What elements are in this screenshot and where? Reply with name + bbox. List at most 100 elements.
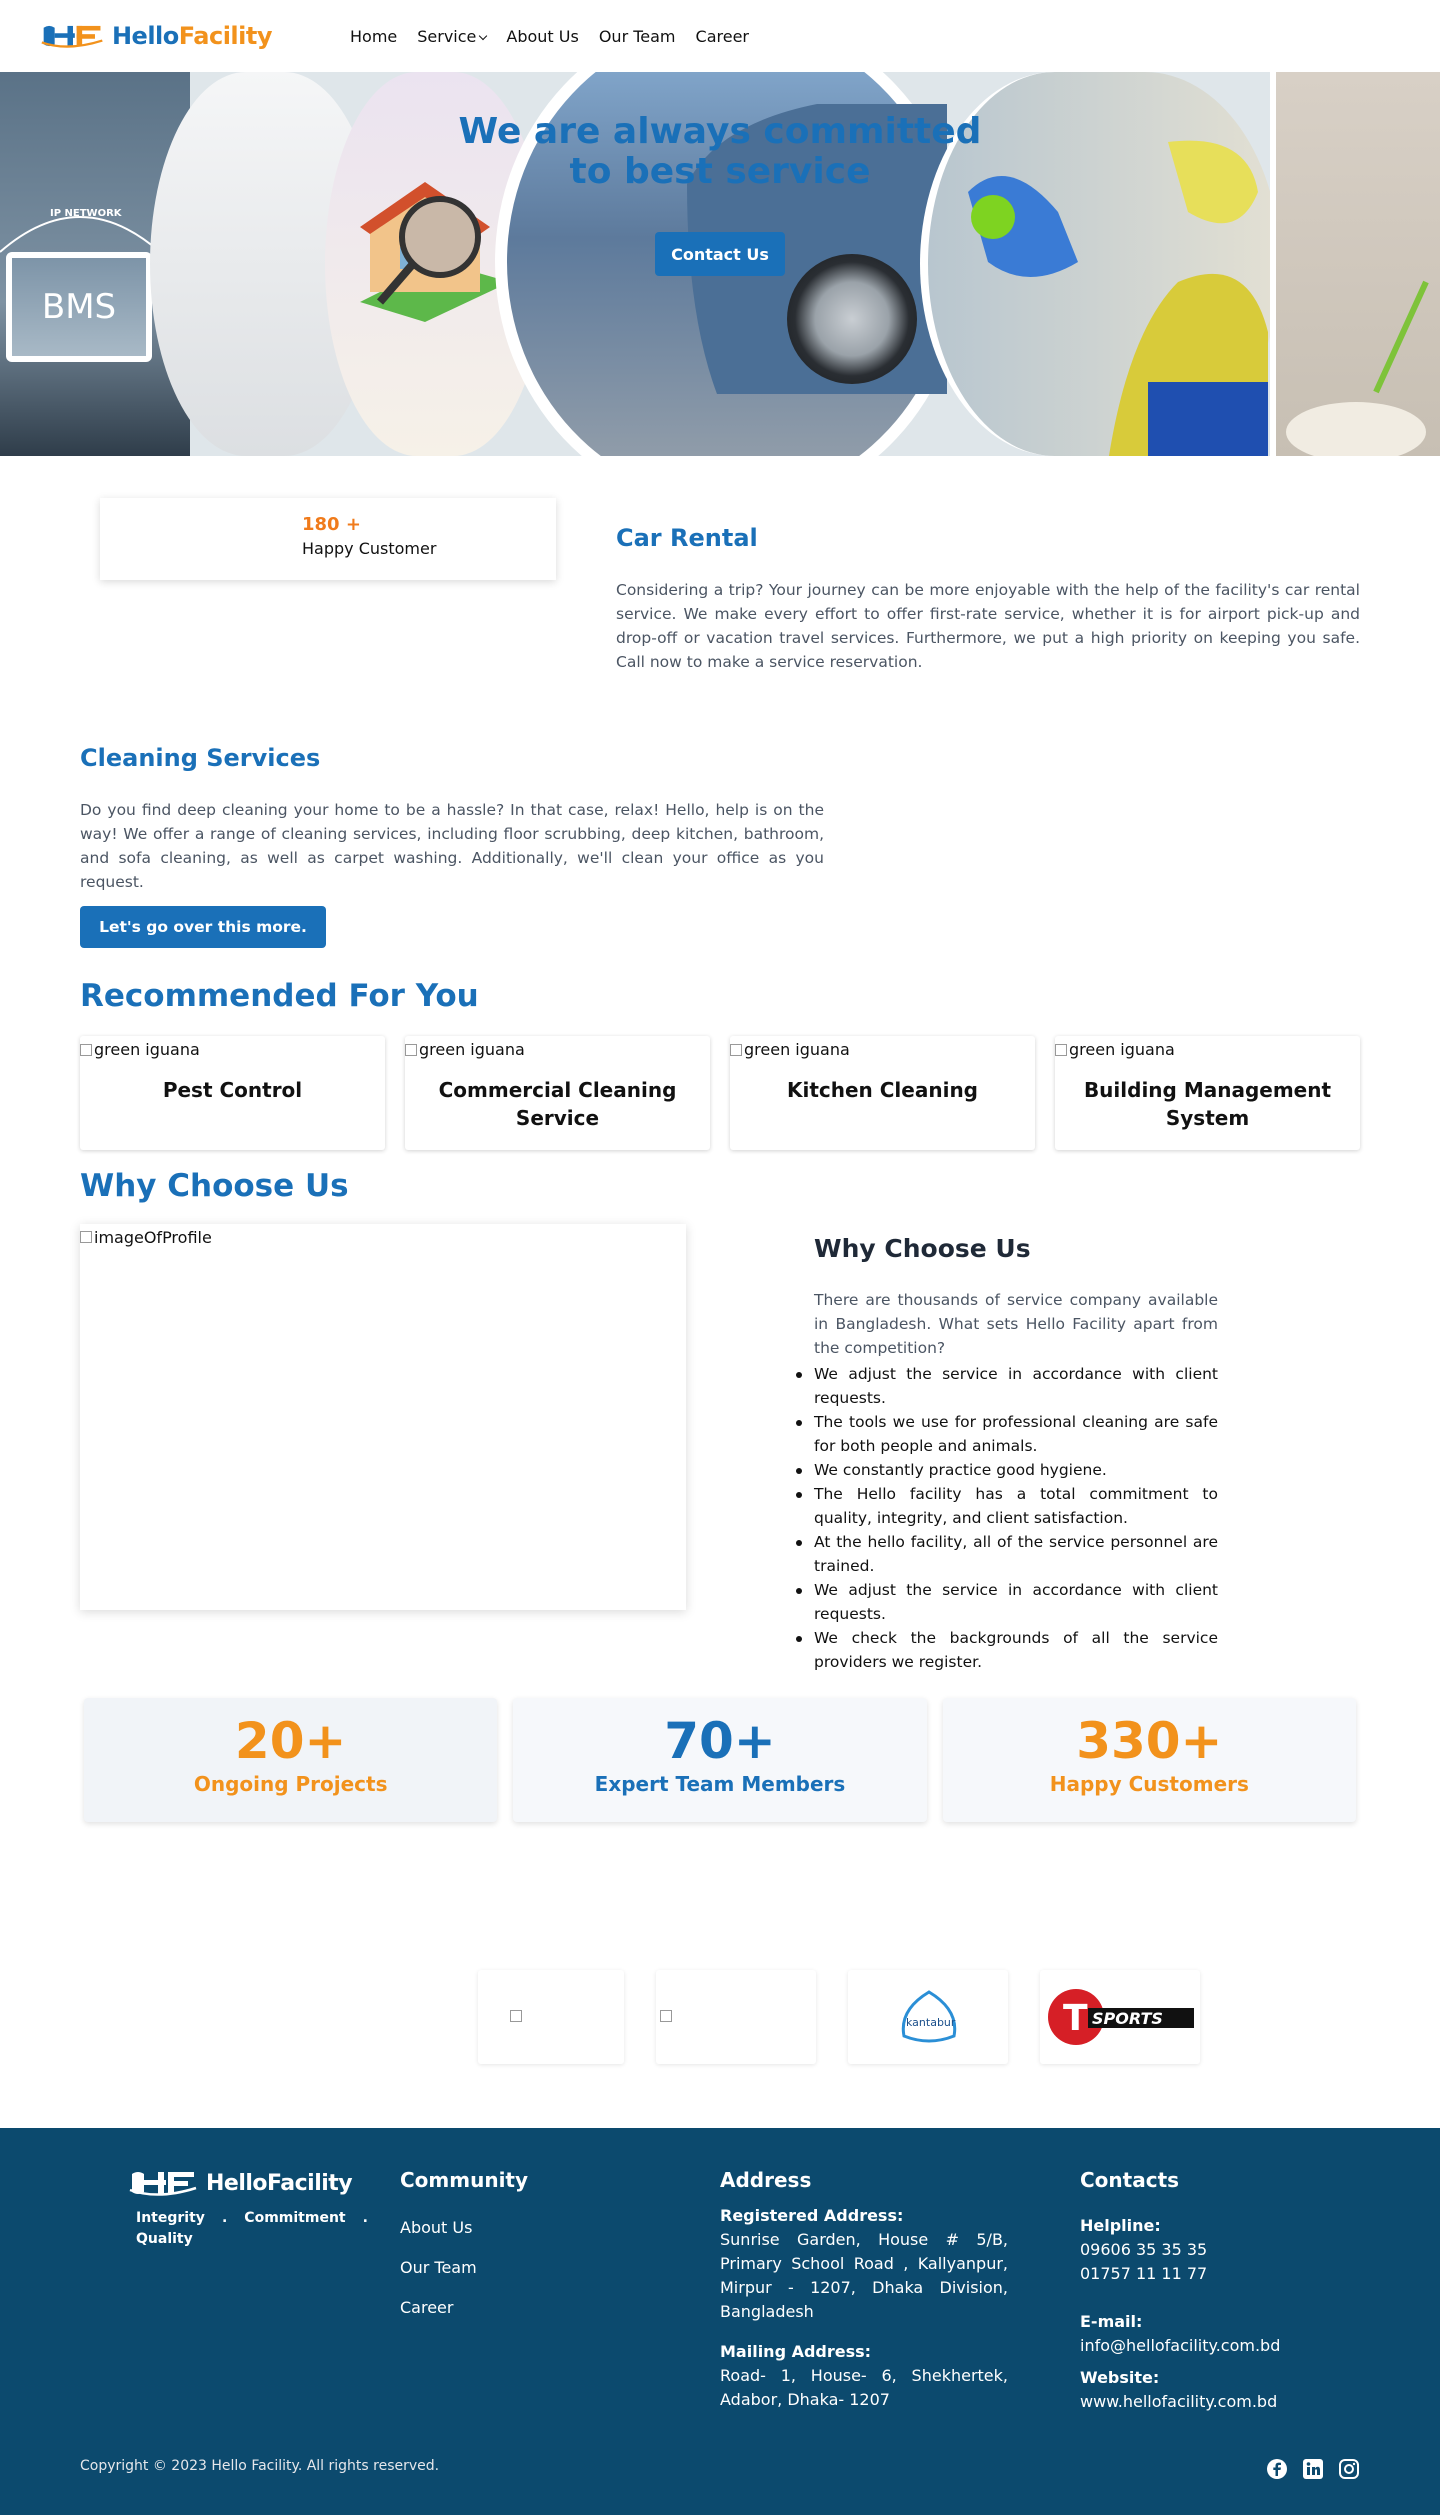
hero-title: We are always committed to best service xyxy=(420,112,1020,192)
nav-career[interactable]: Career xyxy=(696,27,749,46)
footer-link-our-team[interactable]: Our Team xyxy=(400,2248,477,2288)
footer: HelloFacility Integrity . Commitment . Q… xyxy=(0,2128,1440,2515)
nav-home[interactable]: Home xyxy=(350,27,397,46)
stat-ongoing-projects: 20+ Ongoing Projects xyxy=(84,1698,498,1822)
footer-link-career[interactable]: Career xyxy=(400,2288,477,2328)
service-card-pest-control[interactable]: green iguana Pest Control xyxy=(80,1036,385,1150)
nav-service-label: Service xyxy=(417,26,477,46)
service-card-title: Commercial Cleaning Service xyxy=(438,1078,677,1130)
hero-title-line2: to best service xyxy=(569,151,871,192)
footer-logo[interactable]: HelloFacility xyxy=(128,2168,353,2198)
list-item: At the hello facility, all of the servic… xyxy=(796,1530,1218,1578)
stat-expert-team: 70+ Expert Team Members xyxy=(513,1698,927,1822)
broken-image-icon xyxy=(510,2010,522,2022)
chevron-down-icon xyxy=(479,31,488,40)
service-card-title: Pest Control xyxy=(162,1078,303,1102)
learn-more-button[interactable]: Let's go over this more. xyxy=(80,906,326,948)
car-wheel-icon xyxy=(787,254,917,384)
brand-logo-mark-icon xyxy=(41,25,103,48)
footer-community-links: About Us Our Team Career xyxy=(400,2208,477,2328)
email-label: E-mail: xyxy=(1080,2312,1143,2331)
helpline-number-1[interactable]: 09606 35 35 35 xyxy=(1080,2238,1280,2262)
stats-row: 20+ Ongoing Projects 70+ Expert Team Mem… xyxy=(84,1698,1356,1822)
service-card-image: green iguana xyxy=(730,1040,850,1059)
email-link[interactable]: info@hellofacility.com.bd xyxy=(1080,2334,1280,2358)
nav-service[interactable]: Service xyxy=(417,26,488,46)
broken-image-icon xyxy=(405,1043,417,1056)
service-card-building-management[interactable]: green iguana Building Management System xyxy=(1055,1036,1360,1150)
stat-happy-customers: 330+ Happy Customers xyxy=(942,1698,1356,1822)
list-item: We check the backgrounds of all the serv… xyxy=(796,1626,1218,1674)
why-image-alt: imageOfProfile xyxy=(94,1228,212,1247)
why-choose-us-list: We adjust the service in accordance with… xyxy=(796,1362,1218,1674)
service-card-image: green iguana xyxy=(405,1040,525,1059)
client-logo-tsports: T SPORTS xyxy=(1040,1970,1200,2064)
linkedin-icon[interactable] xyxy=(1302,2458,1324,2480)
stat-value: 70+ xyxy=(664,1712,776,1770)
stat-value: 20+ xyxy=(234,1712,347,1770)
client-logos: kantabur T SPORTS xyxy=(478,1970,1200,2064)
facebook-icon[interactable] xyxy=(1266,2458,1288,2480)
registered-address-text: Sunrise Garden, House # 5/B, Primary Sch… xyxy=(720,2230,1008,2321)
footer-community-title: Community xyxy=(400,2168,529,2192)
list-item: We constantly practice good hygiene. xyxy=(796,1458,1218,1482)
service-card-title: Kitchen Cleaning xyxy=(786,1078,978,1102)
recommended-title: Recommended For You xyxy=(80,978,479,1014)
service-card-image-alt: green iguana xyxy=(744,1040,850,1059)
top-navbar: HelloFacility Home Service About Us Our … xyxy=(0,0,1440,72)
stat-label: Expert Team Members xyxy=(594,1772,846,1796)
service-card-image-alt: green iguana xyxy=(94,1040,200,1059)
hero-title-line1: We are always committed xyxy=(458,111,982,152)
tsports-logo-letter: T xyxy=(1063,1998,1088,2039)
kantabur-logo-text: kantabur xyxy=(906,2016,956,2029)
nav-our-team[interactable]: Our Team xyxy=(599,27,676,46)
footer-logo-text: HelloFacility xyxy=(206,2170,353,2196)
why-choose-us-image: imageOfProfile xyxy=(80,1224,686,1610)
nav-about-us[interactable]: About Us xyxy=(506,27,578,46)
client-logo xyxy=(656,1970,816,2064)
car-rental-title: Car Rental xyxy=(616,524,758,552)
service-card-commercial-cleaning[interactable]: green iguana Commercial Cleaning Service xyxy=(405,1036,710,1150)
tagline-dot: . xyxy=(362,2210,368,2226)
footer-tagline: Integrity . Commitment . Quality xyxy=(136,2208,368,2250)
helpline-number-2[interactable]: 01757 11 11 77 xyxy=(1080,2262,1280,2286)
kantabur-logo-icon: kantabur xyxy=(901,1990,957,2043)
mailing-address-label: Mailing Address: xyxy=(720,2342,872,2361)
bms-screen: BMS xyxy=(6,252,152,362)
why-choose-us-title: Why Choose Us xyxy=(80,1168,349,1204)
tsports-logo-icon: T SPORTS xyxy=(1048,1989,1194,2045)
website-link[interactable]: www.hellofacility.com.bd xyxy=(1080,2390,1280,2414)
car-rental-text: Considering a trip? Your journey can be … xyxy=(616,581,1360,671)
footer-address-title: Address xyxy=(720,2168,812,2192)
contact-us-button[interactable]: Contact Us xyxy=(655,232,785,276)
nav-links: Home Service About Us Our Team Career xyxy=(350,27,749,46)
bms-screen-text: BMS xyxy=(12,258,146,356)
registered-address-label: Registered Address: xyxy=(720,2206,904,2225)
why-choose-us-subtitle: Why Choose Us xyxy=(814,1234,1031,1263)
footer-address: Registered Address: Sunrise Garden, Hous… xyxy=(720,2204,1008,2412)
list-item: The Hello facility has a total commitmen… xyxy=(796,1482,1218,1530)
service-card-image-alt: green iguana xyxy=(1069,1040,1175,1059)
counter-value: 180 + xyxy=(302,514,361,535)
tsports-logo-text: SPORTS xyxy=(1092,2009,1163,2028)
brand-logo[interactable]: HelloFacility xyxy=(40,21,273,51)
stat-value: 330+ xyxy=(1076,1712,1223,1770)
broken-image-icon xyxy=(730,1043,742,1056)
footer-logo-mark-icon xyxy=(129,2172,197,2196)
social-links xyxy=(1266,2458,1360,2480)
stat-label: Happy Customers xyxy=(1049,1772,1249,1796)
tagline-word: Quality xyxy=(136,2231,193,2247)
hero-banner: IP NETWORK BMS We are always committed t… xyxy=(0,72,1440,456)
service-card-image: green iguana xyxy=(80,1040,200,1059)
footer-link-about-us[interactable]: About Us xyxy=(400,2208,477,2248)
service-card-kitchen-cleaning[interactable]: green iguana Kitchen Cleaning xyxy=(730,1036,1035,1150)
brand-name-part1: Hello xyxy=(111,22,179,50)
brand-name-part2: Facility xyxy=(178,22,273,50)
instagram-icon[interactable] xyxy=(1338,2458,1360,2480)
client-logo xyxy=(478,1970,624,2064)
cleaning-services-text: Do you find deep cleaning your home to b… xyxy=(80,801,824,891)
footer-contacts: Helpline: 09606 35 35 35 01757 11 11 77 … xyxy=(1080,2214,1280,2414)
tagline-word: Integrity xyxy=(136,2210,205,2226)
broken-image-icon xyxy=(1055,1043,1067,1056)
hero-image-mop xyxy=(1270,72,1440,456)
